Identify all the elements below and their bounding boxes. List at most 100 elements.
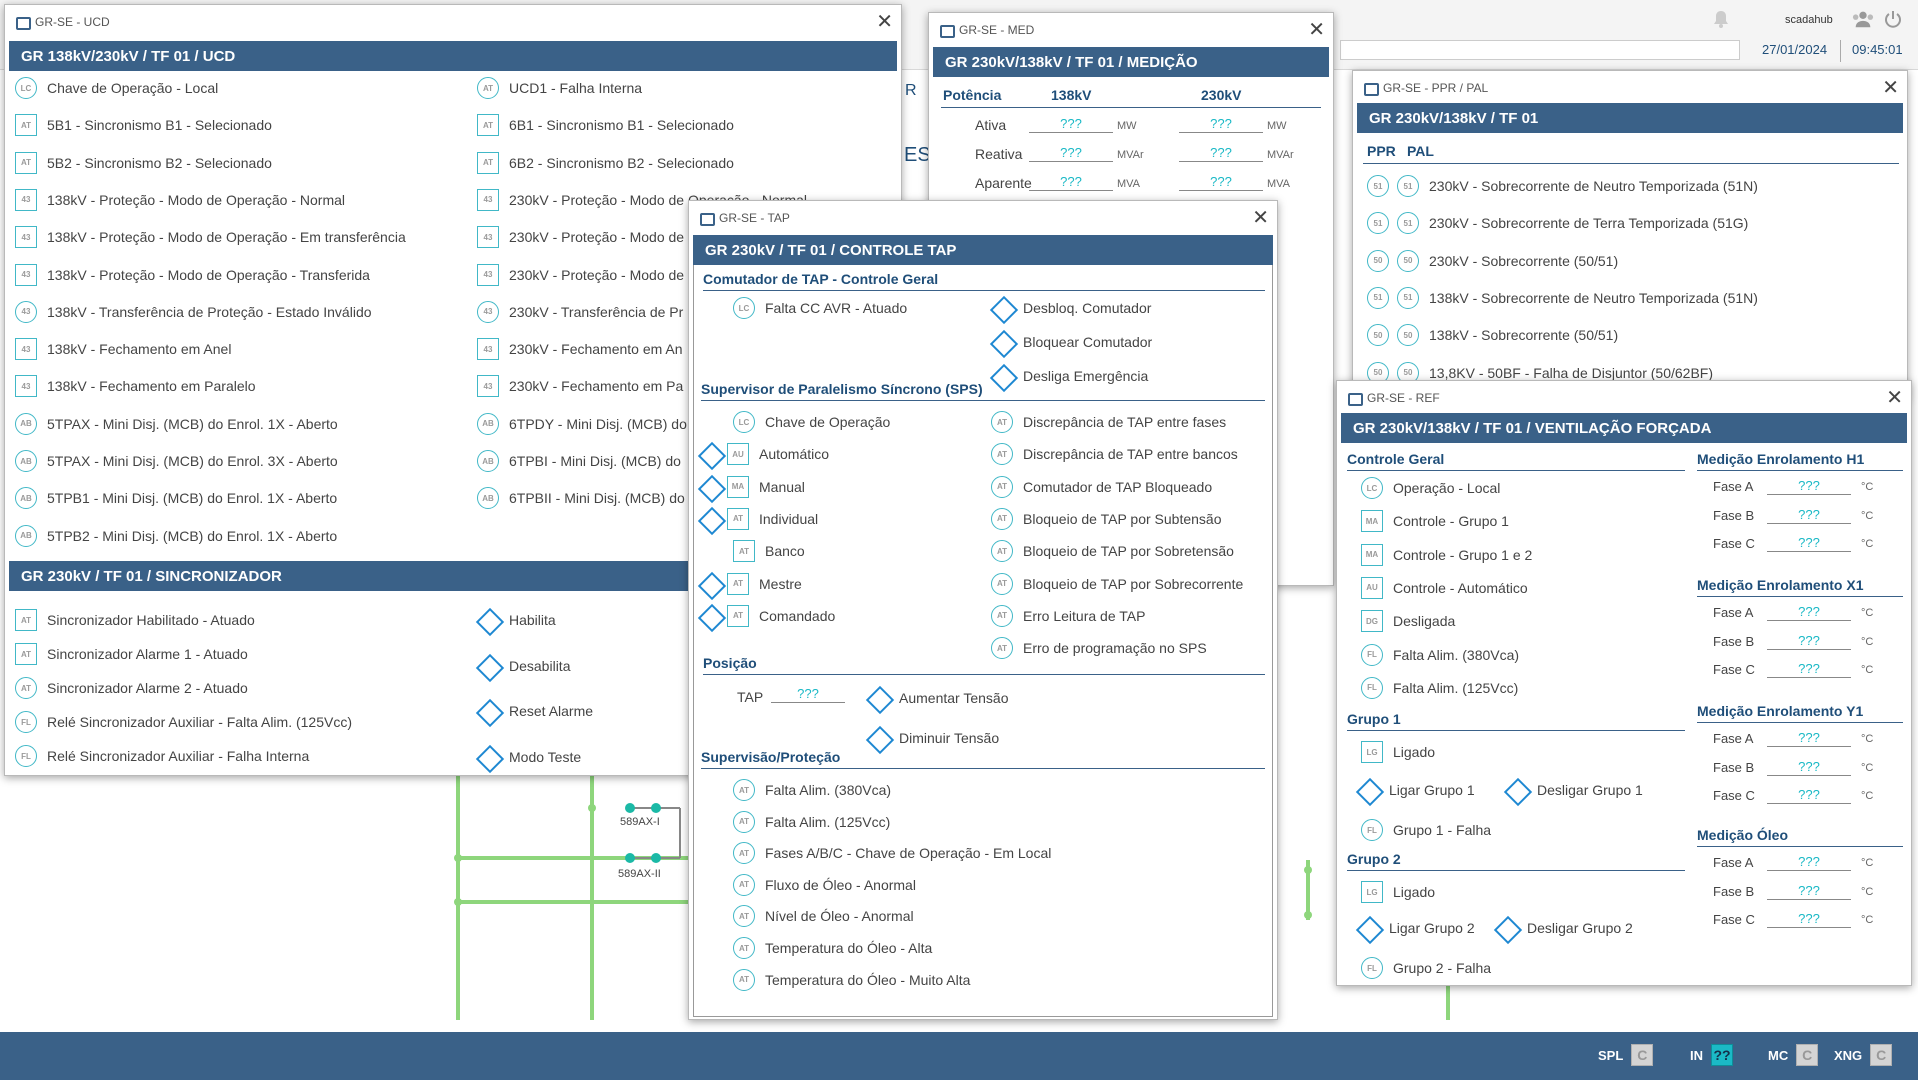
status-label: 138kV - Transferência de Proteção - Esta…	[47, 303, 372, 320]
status-indicator-icon: 43	[15, 300, 37, 323]
tap-label: TAP	[737, 689, 764, 705]
status-label: Operação - Local	[1393, 480, 1501, 496]
phase-label: Fase C	[1713, 536, 1755, 551]
bg-label-r: R	[905, 82, 917, 99]
status-row: 43 230kV - Proteção - Modo de	[477, 226, 684, 249]
command-diamond-button[interactable]	[699, 476, 721, 498]
phase-label: Fase A	[1713, 855, 1754, 870]
measure-value: ???	[1029, 117, 1113, 133]
sync-command-button[interactable]: Habilita	[477, 609, 556, 631]
status-indicator-icon: 43	[15, 375, 37, 398]
pal-indicator-icon: 51	[1397, 286, 1419, 309]
phase-label: Fase A	[1713, 731, 1754, 746]
group1-off-button[interactable]: Desligar Grupo 1	[1505, 779, 1643, 801]
protection-label: 13,8KV - 50BF - Falha de Disjuntor (50/6…	[1429, 364, 1714, 381]
command-diamond-button[interactable]	[699, 508, 721, 530]
indicator-label: IN	[1690, 1047, 1703, 1063]
tap-command-button[interactable]: Bloquear Comutador	[991, 331, 1152, 353]
tap-command-button[interactable]: Desbloq. Comutador	[991, 297, 1151, 319]
pal-indicator-icon: 50	[1397, 249, 1419, 272]
status-indicator-icon: 43	[15, 188, 37, 211]
search-input[interactable]	[1340, 40, 1740, 60]
column-header: 138kV	[1051, 87, 1092, 103]
command-label: Desligar Grupo 2	[1527, 920, 1633, 936]
measure-value: ???	[1029, 146, 1113, 162]
status-row: AT Mestre	[699, 572, 802, 595]
sync-command-button[interactable]: Desabilita	[477, 655, 570, 677]
status-indicator-icon: AT	[733, 779, 755, 801]
user-name: scadahub	[1785, 14, 1833, 26]
status-row: AT Falta Alim. (125Vcc)	[733, 810, 890, 833]
close-button[interactable]: ✕	[876, 9, 893, 35]
status-indicator-icon: AT	[991, 411, 1013, 433]
command-label: Reset Alarme	[509, 703, 594, 719]
protection-row: 50 50 230kV - Sobrecorrente (50/51)	[1367, 249, 1618, 272]
status-indicator-icon: AT	[733, 873, 755, 896]
status-indicator-icon: FL	[15, 711, 37, 733]
status-row: AT Banco	[733, 540, 805, 563]
measurement-title: Medição Óleo	[1697, 827, 1903, 847]
command-diamond-button[interactable]	[699, 443, 721, 465]
command-diamond-icon	[477, 700, 499, 722]
status-label: Falta Alim. (125Vcc)	[1393, 679, 1519, 696]
panel-header: GR 230kV/138kV / TF 01 / VENTILAÇÃO FORÇ…	[1341, 413, 1907, 443]
status-label: 138kV - Proteção - Modo de Operação - Em…	[47, 229, 406, 246]
status-indicator-icon: AT	[991, 443, 1013, 466]
status-indicator-xng: XNG C	[1834, 1044, 1893, 1066]
command-label: Habilita	[509, 612, 556, 628]
status-label: Banco	[765, 543, 805, 560]
measure-value: ???	[1029, 175, 1113, 191]
status-row: AB 6TPBII - Mini Disj. (MCB) do	[477, 487, 685, 510]
alarm-bell-icon[interactable]	[1710, 8, 1732, 30]
status-row: AT 5B1 - Sincronismo B1 - Selecionado	[15, 114, 272, 137]
status-row: AT Bloqueio de TAP por Sobrecorrente	[991, 572, 1243, 595]
status-indicator-icon: 43	[477, 188, 499, 211]
raise-voltage-button[interactable]: Aumentar Tensão	[867, 687, 1008, 709]
command-diamond-button[interactable]	[699, 605, 721, 627]
status-indicator-spl: SPL C	[1598, 1044, 1654, 1066]
status-label: Discrepância de TAP entre bancos	[1023, 446, 1238, 463]
status-label: Desligada	[1393, 613, 1456, 630]
unit-label: MVA	[1267, 178, 1291, 190]
status-row: FL Relé Sincronizador Auxiliar - Falha In…	[15, 745, 309, 767]
temperature-value: ???	[1767, 662, 1851, 678]
status-label: 5TPB2 - Mini Disj. (MCB) do Enrol. 1X - …	[47, 527, 338, 544]
status-indicator-icon: AT	[727, 507, 749, 530]
status-indicator-icon: FL	[1361, 676, 1383, 699]
sync-command-button[interactable]: Modo Teste	[477, 746, 581, 768]
status-indicator-icon: AT	[477, 77, 499, 99]
group2-off-button[interactable]: Desligar Grupo 2	[1495, 917, 1633, 939]
close-button[interactable]: ✕	[1882, 75, 1899, 101]
status-label: Controle - Automático	[1393, 579, 1528, 596]
measurement-title: Medição Enrolamento Y1	[1697, 703, 1903, 723]
status-indicator-icon: 43	[477, 263, 499, 286]
tap-value: ???	[771, 687, 845, 703]
status-indicator-icon: AT	[727, 572, 749, 595]
phase-label: Fase B	[1713, 759, 1755, 775]
group2-on-button[interactable]: Ligar Grupo 2	[1357, 917, 1475, 939]
power-icon[interactable]	[1882, 8, 1904, 30]
command-diamond-icon	[477, 746, 499, 768]
group1-on-button[interactable]: Ligar Grupo 1	[1357, 779, 1475, 801]
status-row: FL Grupo 1 - Falha	[1361, 819, 1491, 841]
status-label: 6B2 - Sincronismo B2 - Selecionado	[509, 154, 734, 171]
unit-label: °C	[1861, 607, 1874, 619]
close-button[interactable]: ✕	[1252, 205, 1269, 231]
users-icon[interactable]	[1852, 8, 1874, 30]
indicator-value: C	[1631, 1044, 1654, 1066]
column-header-pal: PAL	[1407, 143, 1434, 159]
status-row: FL Relé Sincronizador Auxiliar - Falta Al…	[15, 711, 352, 733]
measure-value: ???	[1179, 117, 1263, 133]
panel-header: GR 230kV/138kV / TF 01	[1357, 103, 1903, 133]
temperature-value: ???	[1767, 731, 1851, 747]
close-button[interactable]: ✕	[1886, 385, 1903, 411]
lower-voltage-button[interactable]: Diminuir Tensão	[867, 727, 999, 749]
status-label: Grupo 2 - Falha	[1393, 960, 1492, 976]
status-indicator-icon: AB	[15, 450, 37, 472]
status-label: 5TPB1 - Mini Disj. (MCB) do Enrol. 1X - …	[47, 490, 338, 507]
status-indicator-icon: AB	[477, 412, 499, 435]
sync-command-button[interactable]: Reset Alarme	[477, 700, 593, 722]
command-diamond-button[interactable]	[699, 573, 721, 595]
temperature-value: ???	[1767, 479, 1851, 495]
close-button[interactable]: ✕	[1308, 17, 1325, 43]
